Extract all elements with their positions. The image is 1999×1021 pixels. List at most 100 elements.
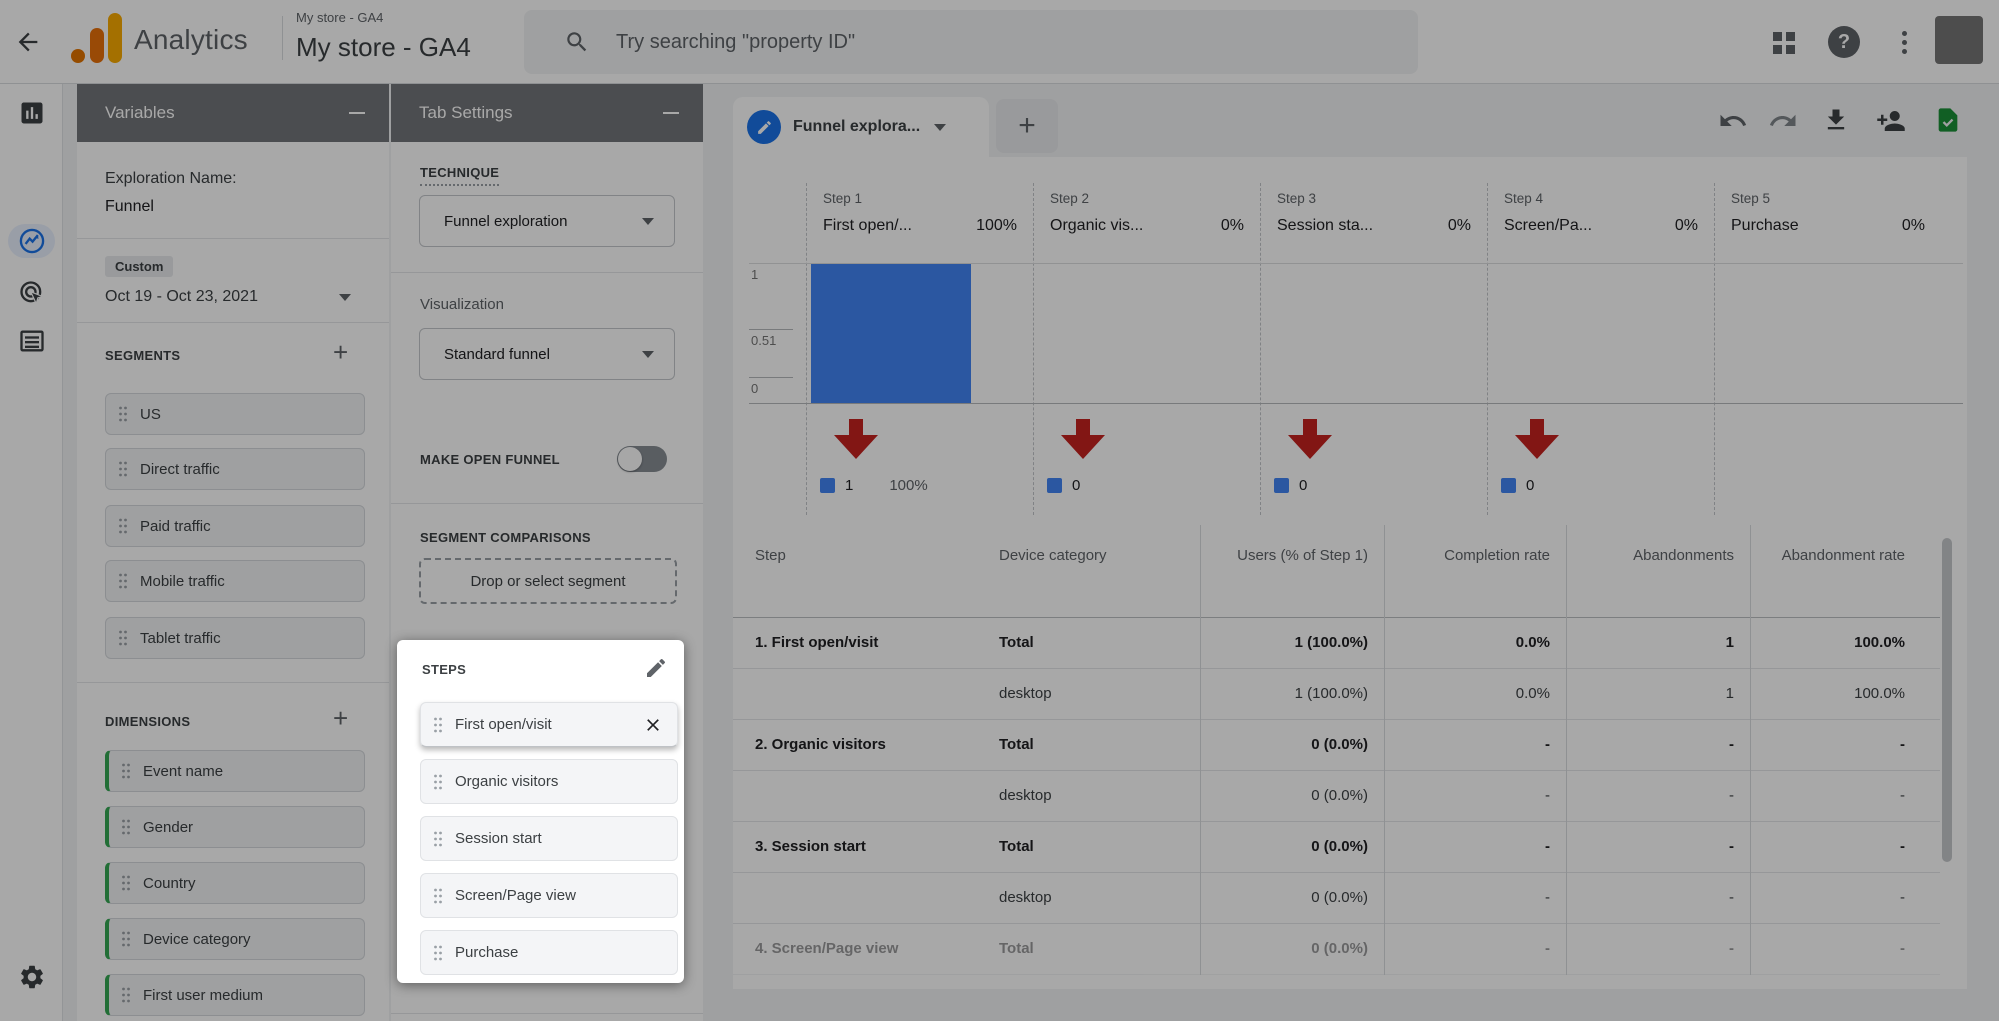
- search-input[interactable]: Try searching "property ID": [524, 10, 1418, 74]
- chevron-down-icon[interactable]: [934, 124, 946, 131]
- technique-select[interactable]: Funnel exploration: [419, 195, 675, 247]
- apps-grid-icon[interactable]: [1769, 26, 1801, 58]
- step-item[interactable]: First open/visit: [420, 702, 678, 747]
- legend-swatch: [1047, 478, 1062, 493]
- segment-chip[interactable]: Paid traffic: [105, 505, 365, 547]
- drag-handle-icon[interactable]: [433, 887, 443, 905]
- dimension-chip[interactable]: Device category: [105, 918, 365, 960]
- y-axis-tick: 1: [751, 267, 758, 282]
- property-switcher[interactable]: My store - GA4: [296, 32, 471, 63]
- segment-chip[interactable]: US: [105, 393, 365, 435]
- drag-handle-icon[interactable]: [121, 874, 131, 892]
- drag-handle-icon[interactable]: [433, 830, 443, 848]
- minimize-icon[interactable]: [663, 112, 679, 114]
- dimension-chip[interactable]: Event name: [105, 750, 365, 792]
- tab-settings-panel: Tab Settings TECHNIQUE Funnel exploratio…: [391, 84, 703, 1021]
- sidebar-item-library[interactable]: [12, 324, 52, 358]
- segment-chip[interactable]: Tablet traffic: [105, 617, 365, 659]
- step-item[interactable]: Organic visitors: [420, 759, 678, 804]
- col-header-device[interactable]: Device category: [999, 525, 1200, 617]
- share-users-icon[interactable]: [1876, 106, 1906, 136]
- avatar[interactable]: [1935, 16, 1983, 64]
- dimension-chip-label: Event name: [143, 763, 223, 780]
- ga4-explore-screen: Analytics My store - GA4 My store - GA4 …: [0, 0, 1999, 1021]
- table-row[interactable]: 1. First open/visitTotal 1 (100.0%)0.0% …: [733, 618, 1940, 669]
- drag-handle-icon[interactable]: [121, 762, 131, 780]
- table-row[interactable]: desktop 1 (100.0%)0.0% 1100.0%: [733, 669, 1940, 720]
- add-segment-button[interactable]: +: [333, 342, 348, 362]
- visualization-select[interactable]: Standard funnel: [419, 328, 675, 380]
- saved-status-icon[interactable]: [1934, 106, 1964, 136]
- add-dimension-button[interactable]: +: [333, 708, 348, 728]
- sidebar-item-reports[interactable]: [12, 96, 52, 130]
- add-tab-button[interactable]: +: [996, 99, 1058, 153]
- sidebar-item-explore[interactable]: [12, 224, 52, 258]
- drag-handle-icon[interactable]: [118, 572, 128, 590]
- table-row[interactable]: 4. Screen/Page viewTotal 0 (0.0%)- --: [733, 924, 1940, 975]
- sidebar-item-advertising[interactable]: [12, 276, 52, 310]
- analytics-logo[interactable]: [64, 6, 128, 70]
- exploration-name-value[interactable]: Funnel: [105, 198, 154, 216]
- segment-chip[interactable]: Mobile traffic: [105, 560, 365, 602]
- variables-title: Variables: [105, 103, 175, 123]
- chevron-down-icon: [642, 218, 654, 225]
- col-header-completion[interactable]: Completion rate: [1384, 525, 1566, 617]
- table-scrollbar[interactable]: [1942, 538, 1952, 862]
- step-item[interactable]: Screen/Page view: [420, 873, 678, 918]
- drag-handle-icon[interactable]: [118, 517, 128, 535]
- more-vert-icon[interactable]: [1888, 26, 1920, 58]
- table-row[interactable]: 2. Organic visitorsTotal 0 (0.0%)- --: [733, 720, 1940, 771]
- drag-handle-icon[interactable]: [118, 405, 128, 423]
- legend-swatch: [1501, 478, 1516, 493]
- abandonment-arrow-icon: [1288, 419, 1332, 459]
- dimension-chip-label: Gender: [143, 819, 193, 836]
- back-arrow-icon[interactable]: [14, 28, 42, 56]
- drag-handle-icon[interactable]: [433, 773, 443, 791]
- y-axis-tick: 0: [751, 381, 758, 396]
- undo-icon[interactable]: [1718, 106, 1748, 136]
- close-icon[interactable]: [643, 715, 663, 735]
- dimension-chip[interactable]: First user medium: [105, 974, 365, 1016]
- exploration-tab[interactable]: Funnel explora...: [733, 97, 989, 157]
- drag-handle-icon[interactable]: [121, 986, 131, 1004]
- open-funnel-toggle[interactable]: [617, 446, 667, 472]
- funnel-bar-step1[interactable]: [811, 264, 971, 403]
- col-header-step[interactable]: Step: [755, 525, 999, 617]
- date-range[interactable]: Oct 19 - Oct 23, 2021: [105, 288, 258, 306]
- steps-label: STEPS: [422, 662, 466, 677]
- nav-rail: [0, 84, 63, 1021]
- drag-handle-icon[interactable]: [121, 818, 131, 836]
- funnel-step-label: Step 1: [823, 191, 862, 206]
- dimension-chip[interactable]: Country: [105, 862, 365, 904]
- download-icon[interactable]: [1822, 106, 1852, 136]
- segment-chip[interactable]: Direct traffic: [105, 448, 365, 490]
- legend-share: 100%: [889, 477, 927, 494]
- visualization-label: Visualization: [420, 296, 504, 313]
- redo-icon[interactable]: [1768, 106, 1798, 136]
- drag-handle-icon[interactable]: [118, 629, 128, 647]
- search-placeholder: Try searching "property ID": [616, 31, 855, 54]
- funnel-step-pct: 0%: [1628, 217, 1698, 235]
- drag-handle-icon[interactable]: [433, 716, 443, 734]
- step-item[interactable]: Purchase: [420, 930, 678, 975]
- col-header-users[interactable]: Users (% of Step 1): [1200, 525, 1384, 617]
- drag-handle-icon[interactable]: [121, 930, 131, 948]
- table-row[interactable]: desktop 0 (0.0%)- --: [733, 873, 1940, 924]
- funnel-step-pct: 0%: [1855, 217, 1925, 235]
- segments-label: SEGMENTS: [105, 348, 180, 363]
- minimize-icon[interactable]: [349, 112, 365, 114]
- help-icon[interactable]: ?: [1828, 26, 1860, 58]
- table-row[interactable]: 3. Session startTotal 0 (0.0%)- --: [733, 822, 1940, 873]
- step-item[interactable]: Session start: [420, 816, 678, 861]
- segment-drop-zone[interactable]: Drop or select segment: [419, 558, 677, 604]
- settings-gear-icon[interactable]: [12, 960, 52, 994]
- dimensions-label: DIMENSIONS: [105, 714, 190, 729]
- col-header-abandonment-rate[interactable]: Abandonment rate: [1750, 525, 1921, 617]
- col-header-abandonments[interactable]: Abandonments: [1566, 525, 1750, 617]
- edit-steps-pencil-icon[interactable]: [644, 656, 668, 680]
- drag-handle-icon[interactable]: [118, 460, 128, 478]
- dimension-chip[interactable]: Gender: [105, 806, 365, 848]
- drag-handle-icon[interactable]: [433, 944, 443, 962]
- date-caret-icon[interactable]: [339, 294, 351, 301]
- table-row[interactable]: desktop 0 (0.0%)- --: [733, 771, 1940, 822]
